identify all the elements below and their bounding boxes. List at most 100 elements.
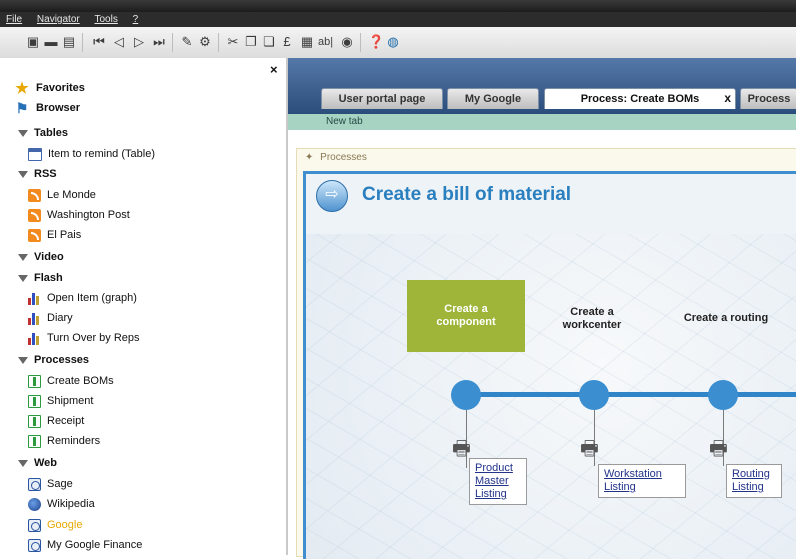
sidebar-item-label: El Pais — [47, 229, 82, 241]
browser-label: Browser — [36, 102, 81, 114]
step-create-component[interactable]: Create a component — [407, 280, 525, 352]
web-help-icon[interactable]: ◍ — [386, 35, 400, 49]
process-node[interactable] — [708, 380, 738, 410]
signpost-icon: ⇨ — [316, 180, 348, 212]
listing-routing[interactable]: Routing Listing — [726, 464, 782, 498]
section-label: Web — [34, 457, 58, 469]
process-node[interactable] — [451, 380, 481, 410]
step-label: Create a component — [436, 303, 496, 328]
preview-icon[interactable]: ▤ — [62, 35, 76, 49]
collapse-icon[interactable]: ✦ — [305, 152, 313, 163]
sidebar-item-open-item-graph[interactable]: Open Item (graph) — [28, 289, 137, 307]
section-video[interactable]: Video — [18, 248, 64, 266]
help-icon[interactable]: ❓ — [368, 35, 384, 49]
sidebar-item-el-pais[interactable]: El Pais — [28, 226, 81, 244]
sidebar-item-turn-over-by-reps[interactable]: Turn Over by Reps — [28, 329, 140, 347]
tab-process-create-boms[interactable]: Process: Create BOMs x — [544, 88, 736, 109]
paste-icon[interactable]: ❏ — [262, 35, 276, 49]
sidebar-item-create-boms[interactable]: Create BOMs — [28, 372, 114, 390]
section-label: Processes — [34, 354, 90, 366]
sidebar-item-label: Diary — [47, 312, 73, 324]
sidebar-item-label: Google — [47, 519, 83, 531]
sidebar-item-shipment[interactable]: Shipment — [28, 392, 93, 410]
sidebar-item-reminders[interactable]: Reminders — [28, 432, 100, 450]
attach-icon[interactable]: ✎ — [180, 35, 194, 49]
save-icon[interactable]: ▣ — [26, 35, 40, 49]
listing-product-master[interactable]: Product Master Listing — [469, 458, 527, 505]
sidebar-item-label: Create BOMs — [47, 375, 114, 387]
sidebar-item-label: Item to remind (Table) — [48, 148, 155, 160]
web-page-icon — [28, 538, 41, 552]
section-flash[interactable]: Flash — [18, 269, 63, 287]
next-icon[interactable]: ▷ — [132, 35, 146, 49]
section-tables[interactable]: Tables — [18, 124, 68, 142]
sidebar-item-le-monde[interactable]: Le Monde — [28, 186, 96, 204]
sidebar-item-label: Sage — [47, 478, 73, 490]
new-tab-link[interactable]: New tab — [326, 116, 363, 127]
star-icon: ★ — [15, 79, 29, 97]
chevron-down-icon — [18, 356, 28, 364]
toolbar-separator — [218, 33, 219, 52]
toolbar: ▣ ▬ ▤ ⏮ ◁ ▷ ⏭ ✎ ⚙ ✂ ❐ ❏ £ ▦ ab| ◉ ❓ ◍ — [0, 27, 796, 59]
navigator-sidebar: × ★ Favorites ⚑ Browser Tables Item to rem… — [0, 58, 288, 555]
bar-chart-icon — [28, 332, 41, 345]
menu-navigator[interactable]: Navigator — [37, 14, 80, 25]
window-titlebar — [0, 0, 796, 12]
section-label: Tables — [34, 127, 69, 139]
menu-tools[interactable]: Tools — [95, 14, 118, 25]
tab-strip: User portal page My Google Process: Crea… — [288, 58, 796, 114]
sidebar-item-diary[interactable]: Diary — [28, 309, 73, 327]
printer-icon: 🖶 — [709, 438, 728, 460]
print-icon[interactable]: ▬ — [44, 35, 58, 49]
menu-file[interactable]: File — [6, 14, 22, 25]
previous-icon[interactable]: ◁ — [112, 35, 126, 49]
section-processes[interactable]: Processes — [18, 351, 89, 369]
tab-process[interactable]: Process — [740, 88, 796, 109]
sidebar-item-wikipedia[interactable]: Wikipedia — [28, 495, 95, 513]
new-tab-bar: New tab — [288, 114, 796, 130]
process-panel: ✦ Processes ⇨ Create a bill of material … — [296, 148, 796, 559]
favorites-item[interactable]: ★ Favorites — [14, 79, 85, 97]
browser-icon: ⚑ — [15, 99, 29, 116]
process-icon — [28, 434, 41, 448]
bar-chart-icon — [28, 312, 41, 325]
process-node[interactable] — [579, 380, 609, 410]
copy-icon[interactable]: ❐ — [244, 35, 258, 49]
cut-icon[interactable]: ✂ — [226, 35, 240, 49]
close-icon[interactable]: × — [270, 62, 278, 77]
close-tab-icon[interactable]: x — [724, 88, 731, 108]
menu-bar: File Navigator Tools ? — [0, 12, 796, 27]
sidebar-item-google[interactable]: Google — [28, 516, 82, 534]
sidebar-item-label: Le Monde — [47, 189, 96, 201]
disk-icon[interactable]: ◉ — [340, 35, 354, 49]
sidebar-item-label: My Google Finance — [47, 539, 143, 551]
first-icon[interactable]: ⏮ — [92, 35, 106, 49]
section-web[interactable]: Web — [18, 454, 57, 472]
globe-icon — [28, 497, 41, 511]
section-label: RSS — [34, 168, 57, 180]
text-field-icon[interactable]: ab| — [318, 35, 333, 49]
sidebar-item-label: Receipt — [47, 415, 85, 427]
document-icon[interactable]: ▦ — [300, 35, 314, 49]
edit-icon[interactable]: £ — [280, 35, 294, 49]
sidebar-item-label: Wikipedia — [47, 498, 95, 510]
settings-icon[interactable]: ⚙ — [198, 35, 212, 49]
chevron-down-icon — [18, 459, 28, 467]
printer-icon: 🖶 — [580, 438, 599, 460]
tab-my-google[interactable]: My Google — [447, 88, 539, 109]
tab-user-portal-page[interactable]: User portal page — [321, 88, 443, 109]
step-create-routing[interactable]: Create a routing — [666, 312, 786, 325]
last-icon[interactable]: ⏭ — [152, 35, 166, 49]
listing-workstation[interactable]: Workstation Listing — [598, 464, 686, 498]
browser-item[interactable]: ⚑ Browser — [14, 99, 80, 117]
step-create-workcenter[interactable]: Create a workcenter — [552, 306, 632, 332]
section-rss[interactable]: RSS — [18, 165, 57, 183]
sidebar-item-my-google-finance[interactable]: My Google Finance — [28, 536, 142, 554]
toolbar-separator — [172, 33, 173, 52]
menu-help[interactable]: ? — [133, 14, 139, 25]
process-card: ⇨ Create a bill of material Create a com… — [303, 171, 796, 559]
sidebar-item-sage[interactable]: Sage — [28, 475, 73, 493]
sidebar-item-receipt[interactable]: Receipt — [28, 412, 84, 430]
sidebar-item-washington-post[interactable]: Washington Post — [28, 206, 130, 224]
sidebar-item-item-to-remind[interactable]: Item to remind (Table) — [28, 145, 155, 163]
